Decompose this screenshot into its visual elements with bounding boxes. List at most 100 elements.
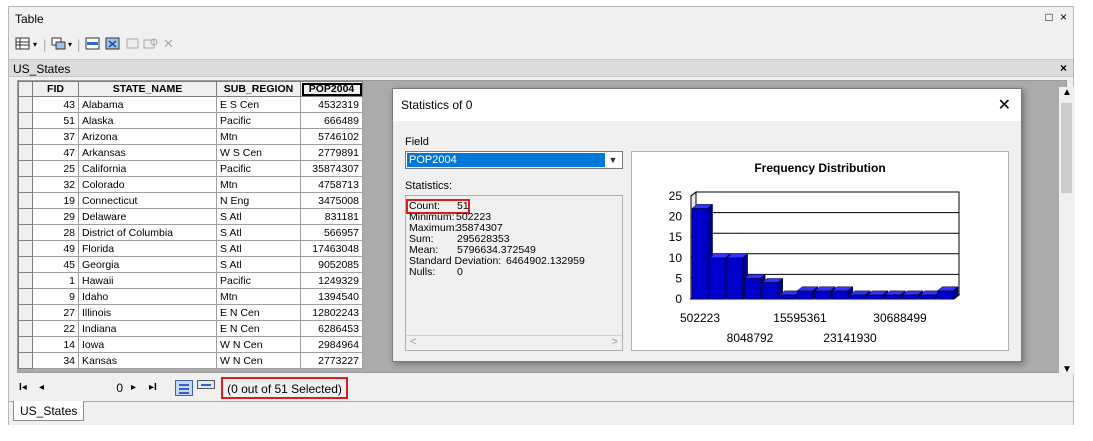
scroll-up-icon[interactable]: ▲ (1062, 87, 1072, 98)
cell-sub-region[interactable]: E N Cen (216, 320, 301, 337)
cell-state-name[interactable]: Colorado (78, 176, 217, 193)
table-row[interactable]: 27 Illinois E N Cen 12802243 (18, 304, 363, 321)
row-selector[interactable] (18, 320, 33, 337)
delete-selected-icon[interactable]: ✕ (163, 35, 174, 53)
cell-pop2004[interactable]: 2773227 (300, 352, 363, 369)
switch-selection-icon[interactable] (105, 35, 121, 53)
cell-pop2004[interactable]: 4758713 (300, 176, 363, 193)
cell-pop2004[interactable]: 831181 (300, 208, 363, 225)
next-record-button[interactable]: ▸ (131, 382, 136, 393)
cell-sub-region[interactable]: S Atl (216, 240, 301, 257)
row-selector[interactable] (18, 240, 33, 257)
table-row[interactable]: 1 Hawaii Pacific 1249329 (18, 272, 363, 289)
cell-state-name[interactable]: Arizona (78, 128, 217, 145)
cell-sub-region[interactable]: W N Cen (216, 352, 301, 369)
cell-fid[interactable]: 9 (32, 288, 79, 305)
cell-state-name[interactable]: Arkansas (78, 144, 217, 161)
cell-fid[interactable]: 19 (32, 192, 79, 209)
cell-state-name[interactable]: Florida (78, 240, 217, 257)
close-icon[interactable]: ✕ (998, 95, 1011, 115)
row-selector-header[interactable] (18, 81, 33, 97)
column-header-pop2004[interactable]: POP2004 (300, 81, 363, 97)
cell-sub-region[interactable]: W N Cen (216, 336, 301, 353)
cell-state-name[interactable]: Alabama (78, 96, 217, 113)
cell-fid[interactable]: 22 (32, 320, 79, 337)
show-selected-records-button[interactable] (197, 380, 215, 389)
table-row[interactable]: 25 California Pacific 35874307 (18, 160, 363, 177)
cell-fid[interactable]: 51 (32, 112, 79, 129)
scroll-thumb[interactable] (1061, 103, 1072, 193)
last-record-button[interactable]: ▸I (149, 382, 157, 393)
column-header-state-name[interactable]: STATE_NAME (78, 81, 217, 97)
current-record-field[interactable]: 0 (97, 381, 123, 395)
cell-pop2004[interactable]: 12802243 (300, 304, 363, 321)
table-row[interactable]: 22 Indiana E N Cen 6286453 (18, 320, 363, 337)
table-row[interactable]: 34 Kansas W N Cen 2773227 (18, 352, 363, 369)
row-selector[interactable] (18, 128, 33, 145)
tab-us-states[interactable]: US_States (13, 401, 85, 421)
cell-pop2004[interactable]: 35874307 (300, 160, 363, 177)
row-selector[interactable] (18, 96, 33, 113)
cell-fid[interactable]: 28 (32, 224, 79, 241)
previous-record-button[interactable]: ◂ (39, 382, 44, 393)
cell-fid[interactable]: 43 (32, 96, 79, 113)
table-row[interactable]: 9 Idaho Mtn 1394540 (18, 288, 363, 305)
cell-sub-region[interactable]: Pacific (216, 160, 301, 177)
cell-sub-region[interactable]: Mtn (216, 176, 301, 193)
cell-fid[interactable]: 49 (32, 240, 79, 257)
cell-state-name[interactable]: Hawaii (78, 272, 217, 289)
cell-pop2004[interactable]: 6286453 (300, 320, 363, 337)
cell-sub-region[interactable]: E N Cen (216, 304, 301, 321)
chevron-down-icon[interactable]: ▼ (605, 152, 621, 168)
cell-sub-region[interactable]: N Eng (216, 192, 301, 209)
dropdown-icon[interactable]: ▾ (68, 35, 72, 53)
cell-sub-region[interactable]: Pacific (216, 272, 301, 289)
cell-state-name[interactable]: Delaware (78, 208, 217, 225)
table-options-icon[interactable] (15, 35, 31, 53)
cell-sub-region[interactable]: E S Cen (216, 96, 301, 113)
cell-pop2004[interactable]: 4532319 (300, 96, 363, 113)
cell-fid[interactable]: 45 (32, 256, 79, 273)
cell-pop2004[interactable]: 17463048 (300, 240, 363, 257)
scroll-left-icon[interactable]: < (410, 337, 416, 348)
row-selector[interactable] (18, 160, 33, 177)
close-tab-icon[interactable]: × (1060, 61, 1067, 75)
table-row[interactable]: 32 Colorado Mtn 4758713 (18, 176, 363, 193)
clear-selection-icon[interactable] (125, 35, 141, 53)
cell-fid[interactable]: 14 (32, 336, 79, 353)
cell-state-name[interactable]: Connecticut (78, 192, 217, 209)
field-select-value[interactable]: POP2004 (407, 153, 605, 167)
cell-pop2004[interactable]: 566957 (300, 224, 363, 241)
cell-state-name[interactable]: District of Columbia (78, 224, 217, 241)
table-row[interactable]: 28 District of Columbia S Atl 566957 (18, 224, 363, 241)
row-selector[interactable] (18, 336, 33, 353)
table-row[interactable]: 19 Connecticut N Eng 3475008 (18, 192, 363, 209)
cell-sub-region[interactable]: S Atl (216, 208, 301, 225)
table-row[interactable]: 45 Georgia S Atl 9052085 (18, 256, 363, 273)
cell-pop2004[interactable]: 1249329 (300, 272, 363, 289)
row-selector[interactable] (18, 352, 33, 369)
cell-fid[interactable]: 27 (32, 304, 79, 321)
scroll-right-icon[interactable]: > (612, 337, 618, 348)
table-tab-label[interactable]: US_States (13, 62, 70, 76)
cell-fid[interactable]: 25 (32, 160, 79, 177)
cell-sub-region[interactable]: S Atl (216, 256, 301, 273)
cell-state-name[interactable]: Alaska (78, 112, 217, 129)
table-row[interactable]: 51 Alaska Pacific 666489 (18, 112, 363, 129)
horizontal-scrollbar[interactable]: < > (406, 335, 622, 350)
dropdown-icon[interactable]: ▾ (33, 35, 37, 53)
column-header-fid[interactable]: FID (32, 81, 79, 97)
cell-state-name[interactable]: Indiana (78, 320, 217, 337)
cell-state-name[interactable]: Idaho (78, 288, 217, 305)
row-selector[interactable] (18, 272, 33, 289)
table-row[interactable]: 29 Delaware S Atl 831181 (18, 208, 363, 225)
row-selector[interactable] (18, 256, 33, 273)
show-all-records-button[interactable] (175, 380, 193, 396)
cell-state-name[interactable]: Illinois (78, 304, 217, 321)
cell-pop2004[interactable]: 3475008 (300, 192, 363, 209)
table-row[interactable]: 49 Florida S Atl 17463048 (18, 240, 363, 257)
cell-pop2004[interactable]: 9052085 (300, 256, 363, 273)
column-header-sub-region[interactable]: SUB_REGION (216, 81, 301, 97)
cell-pop2004[interactable]: 2984964 (300, 336, 363, 353)
row-selector[interactable] (18, 192, 33, 209)
